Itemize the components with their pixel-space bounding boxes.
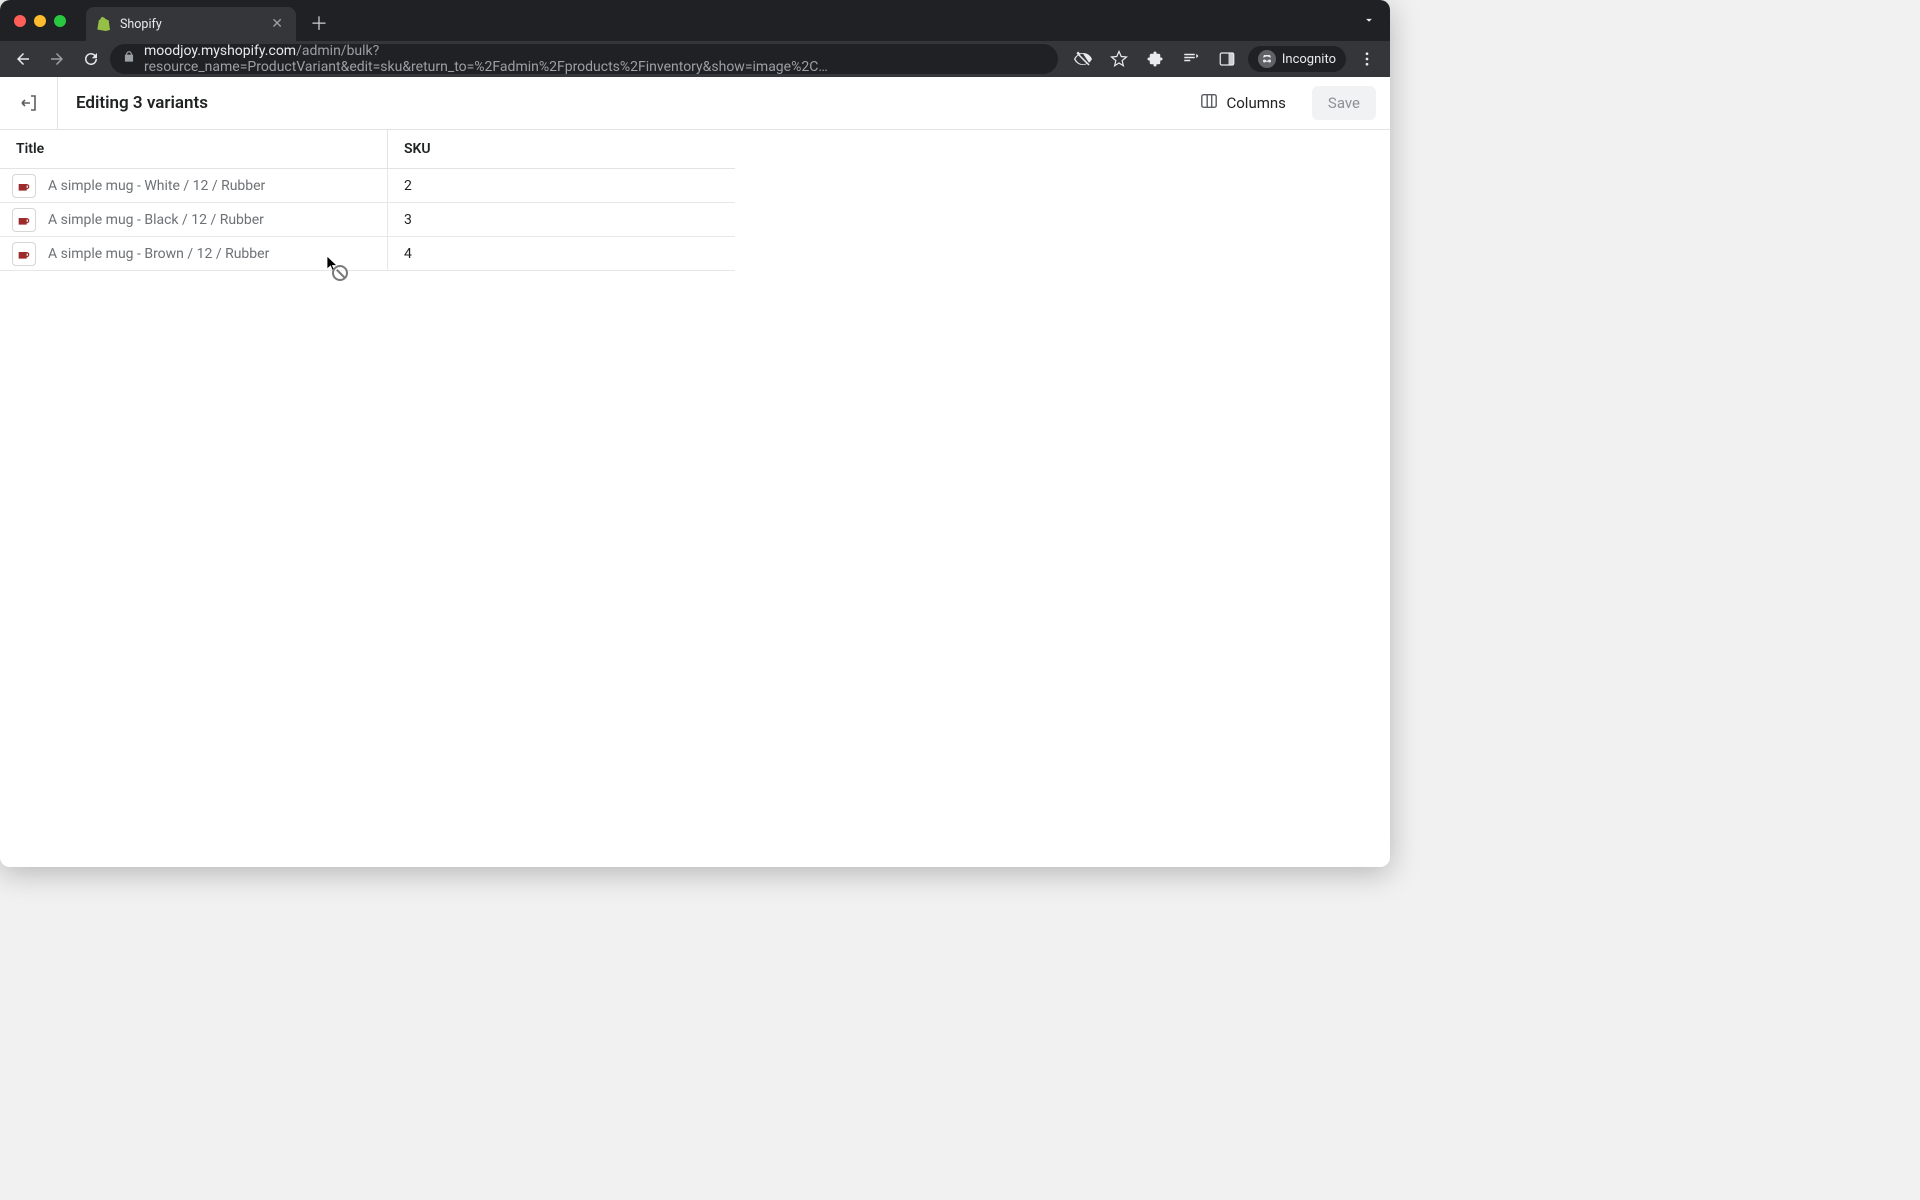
save-button[interactable]: Save bbox=[1312, 86, 1376, 120]
table-row: A simple mug - Brown / 12 / Rubber 4 bbox=[0, 237, 735, 271]
column-header-title[interactable]: Title bbox=[0, 130, 388, 168]
sku-cell[interactable]: 2 bbox=[388, 169, 735, 202]
title-cell[interactable]: A simple mug - Brown / 12 / Rubber bbox=[0, 237, 388, 270]
product-thumbnail bbox=[12, 174, 36, 198]
tab-strip: Shopify ✕ ＋ bbox=[0, 0, 1390, 41]
variant-title: A simple mug - White / 12 / Rubber bbox=[48, 178, 265, 194]
tabs-dropdown-icon[interactable] bbox=[1362, 12, 1376, 31]
table-row: A simple mug - Black / 12 / Rubber 3 bbox=[0, 203, 735, 237]
browser-toolbar: moodjoy.myshopify.com/admin/bulk?resourc… bbox=[0, 41, 1390, 77]
shopify-favicon-icon bbox=[96, 16, 112, 32]
incognito-icon bbox=[1258, 50, 1276, 68]
eye-off-icon[interactable] bbox=[1068, 44, 1098, 74]
extensions-icon[interactable] bbox=[1140, 44, 1170, 74]
url-host: moodjoy.myshopify.com bbox=[144, 44, 296, 59]
variant-title: A simple mug - Brown / 12 / Rubber bbox=[48, 246, 269, 262]
columns-label: Columns bbox=[1226, 94, 1285, 112]
incognito-label: Incognito bbox=[1282, 52, 1336, 67]
exit-button[interactable] bbox=[0, 77, 58, 129]
nav-back-button[interactable] bbox=[8, 44, 38, 74]
reading-list-icon[interactable] bbox=[1176, 44, 1206, 74]
browser-tab-title: Shopify bbox=[120, 17, 260, 32]
bulk-edit-grid: Title SKU A simple mug - White / 12 / Ru… bbox=[0, 130, 735, 271]
sku-cell[interactable]: 3 bbox=[388, 203, 735, 236]
toolbar-right-icons: Incognito bbox=[1068, 44, 1382, 74]
lock-icon bbox=[122, 50, 136, 68]
title-cell[interactable]: A simple mug - Black / 12 / Rubber bbox=[0, 203, 388, 236]
variant-title: A simple mug - Black / 12 / Rubber bbox=[48, 212, 264, 228]
star-icon[interactable] bbox=[1104, 44, 1134, 74]
columns-button[interactable]: Columns bbox=[1190, 86, 1295, 120]
nav-forward-button[interactable] bbox=[42, 44, 72, 74]
tab-close-button[interactable]: ✕ bbox=[268, 15, 286, 33]
address-bar[interactable]: moodjoy.myshopify.com/admin/bulk?resourc… bbox=[110, 44, 1058, 74]
page-header: Editing 3 variants Columns Save bbox=[0, 77, 1390, 130]
columns-icon bbox=[1200, 92, 1218, 114]
page-content: Editing 3 variants Columns Save Title SK… bbox=[0, 77, 1390, 867]
title-cell[interactable]: A simple mug - White / 12 / Rubber bbox=[0, 169, 388, 202]
window-close-button[interactable] bbox=[14, 15, 26, 27]
kebab-menu-icon[interactable] bbox=[1352, 44, 1382, 74]
incognito-chip[interactable]: Incognito bbox=[1248, 46, 1346, 72]
window-maximize-button[interactable] bbox=[54, 15, 66, 27]
window-controls bbox=[14, 15, 66, 27]
product-thumbnail bbox=[12, 242, 36, 266]
window-minimize-button[interactable] bbox=[34, 15, 46, 27]
page-title: Editing 3 variants bbox=[76, 93, 1190, 113]
product-thumbnail bbox=[12, 208, 36, 232]
nav-reload-button[interactable] bbox=[76, 44, 106, 74]
browser-tab[interactable]: Shopify ✕ bbox=[86, 7, 296, 41]
side-panel-icon[interactable] bbox=[1212, 44, 1242, 74]
grid-header-row: Title SKU bbox=[0, 130, 735, 169]
column-header-sku[interactable]: SKU bbox=[388, 130, 735, 168]
new-tab-button[interactable]: ＋ bbox=[310, 10, 328, 36]
browser-window: Shopify ✕ ＋ moodjoy.myshopify.com/admin/… bbox=[0, 0, 1390, 867]
table-row: A simple mug - White / 12 / Rubber 2 bbox=[0, 169, 735, 203]
sku-cell[interactable]: 4 bbox=[388, 237, 735, 270]
